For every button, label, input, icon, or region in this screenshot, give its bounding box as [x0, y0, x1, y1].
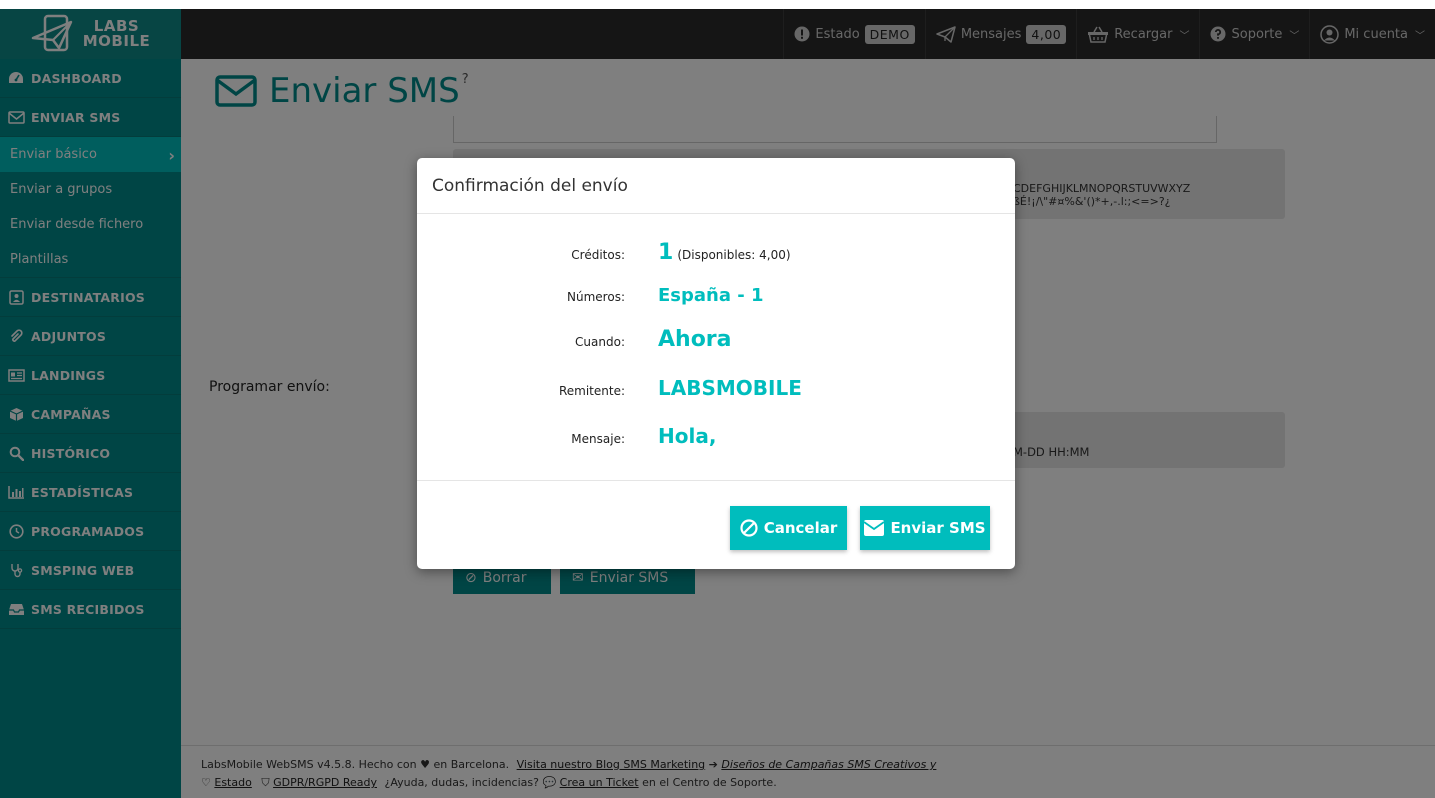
- envelope-icon: [864, 520, 885, 536]
- send-sms-button[interactable]: Enviar SMS: [860, 506, 990, 550]
- cuando-value: Ahora: [658, 327, 732, 352]
- cancel-button[interactable]: Cancelar: [730, 506, 847, 550]
- numeros-label: Números:: [567, 290, 625, 304]
- creditos-label: Créditos:: [571, 248, 625, 262]
- remitente-label: Remitente:: [558, 384, 625, 398]
- cancel-button-label: Cancelar: [763, 519, 838, 537]
- ban-icon: [740, 519, 758, 537]
- modal-header: Confirmación del envío: [417, 158, 1015, 214]
- confirm-modal: Confirmación del envío Créditos: 1 (Disp…: [417, 158, 1015, 569]
- row-remitente: Remitente: LABSMOBILE: [417, 376, 1015, 400]
- creditos-value: 1: [658, 240, 674, 265]
- mensaje-label: Mensaje:: [571, 432, 625, 446]
- numeros-value: España - 1: [658, 285, 764, 306]
- row-cuando: Cuando: Ahora: [417, 327, 1015, 352]
- modal-body: Créditos: 1 (Disponibles: 4,00) Números:…: [417, 214, 1015, 481]
- cuando-label: Cuando:: [575, 335, 625, 349]
- creditos-note: (Disponibles: 4,00): [677, 248, 791, 262]
- send-sms-button-label: Enviar SMS: [890, 519, 986, 537]
- row-mensaje: Mensaje: Hola,: [417, 424, 1015, 448]
- remitente-value: LABSMOBILE: [658, 376, 802, 400]
- mensaje-value: Hola,: [658, 424, 717, 448]
- row-numeros: Números: España - 1: [417, 285, 1015, 306]
- row-creditos: Créditos: 1 (Disponibles: 4,00): [417, 240, 1015, 265]
- top-strip: [0, 0, 1435, 9]
- modal-title: Confirmación del envío: [432, 176, 628, 196]
- modal-footer: Cancelar Enviar SMS: [417, 481, 1015, 569]
